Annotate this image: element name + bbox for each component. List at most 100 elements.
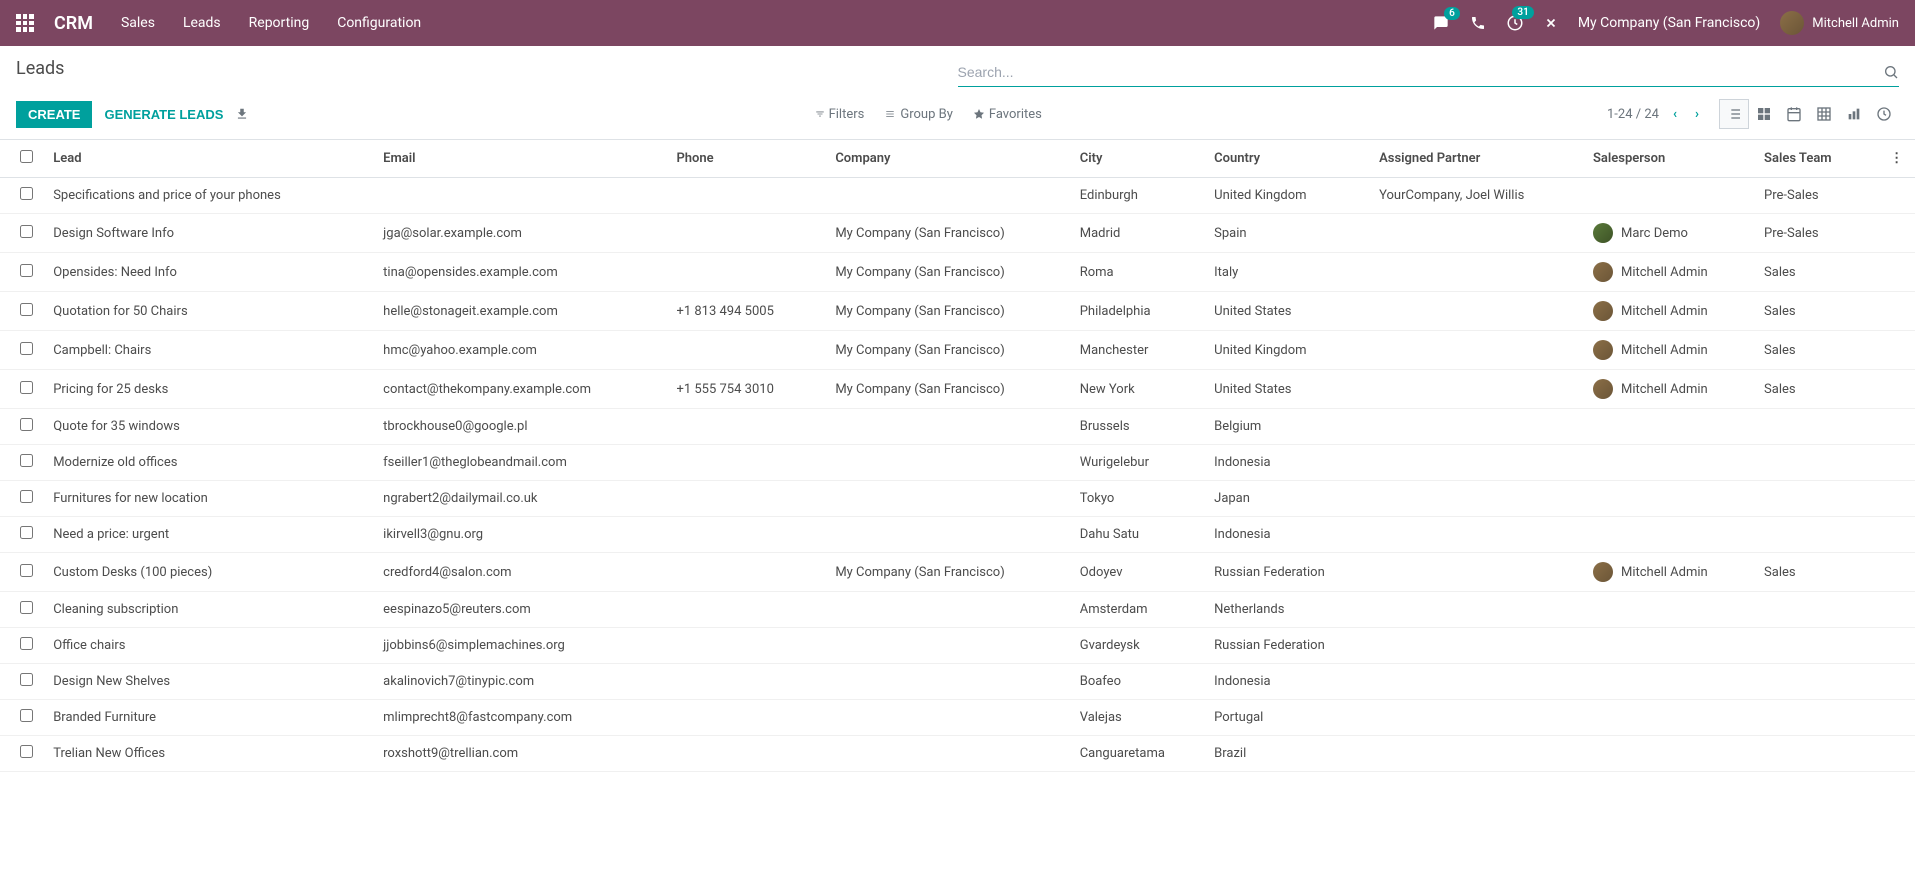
table-row[interactable]: Campbell: Chairshmc@yahoo.example.comMy … xyxy=(0,331,1915,370)
cell-salesperson xyxy=(1585,592,1756,628)
pager-range[interactable]: 1-24 / 24 xyxy=(1607,107,1659,122)
user-menu[interactable]: Mitchell Admin xyxy=(1780,11,1899,35)
table-row[interactable]: Custom Desks (100 pieces)credford4@salon… xyxy=(0,553,1915,592)
activity-view-icon[interactable] xyxy=(1869,99,1899,129)
cell-salesperson: Mitchell Admin xyxy=(1585,253,1756,292)
groupby-button[interactable]: Group By xyxy=(884,107,953,122)
cell-company xyxy=(827,700,1071,736)
salesperson-name: Mitchell Admin xyxy=(1621,304,1708,319)
nav-item-configuration[interactable]: Configuration xyxy=(337,15,421,31)
cell-email: ikirvell3@gnu.org xyxy=(375,517,668,553)
cell-phone xyxy=(668,592,827,628)
cell-lead: Quotation for 50 Chairs xyxy=(45,292,375,331)
table-row[interactable]: Specifications and price of your phonesE… xyxy=(0,178,1915,214)
list-view-icon[interactable] xyxy=(1719,99,1749,129)
table-row[interactable]: Modernize old officesfseiller1@theglobea… xyxy=(0,445,1915,481)
cell-partner xyxy=(1371,628,1585,664)
table-row[interactable]: Cleaning subscriptioneespinazo5@reuters.… xyxy=(0,592,1915,628)
table-row[interactable]: Opensides: Need Infotina@opensides.examp… xyxy=(0,253,1915,292)
company-selector[interactable]: My Company (San Francisco) xyxy=(1578,15,1760,31)
row-checkbox[interactable] xyxy=(20,745,33,758)
col-team[interactable]: Sales Team xyxy=(1756,140,1878,178)
app-brand[interactable]: CRM xyxy=(54,13,93,34)
cell-team: Pre-Sales xyxy=(1756,214,1878,253)
col-email[interactable]: Email xyxy=(375,140,668,178)
table-row[interactable]: Branded Furnituremlimprecht8@fastcompany… xyxy=(0,700,1915,736)
row-checkbox[interactable] xyxy=(20,526,33,539)
column-options-icon[interactable]: ⋮ xyxy=(1878,140,1915,178)
cell-team: Pre-Sales xyxy=(1756,178,1878,214)
row-checkbox[interactable] xyxy=(20,673,33,686)
messages-icon[interactable]: 6 xyxy=(1432,15,1450,31)
row-checkbox[interactable] xyxy=(20,303,33,316)
download-icon[interactable] xyxy=(235,107,249,121)
row-checkbox[interactable] xyxy=(20,601,33,614)
nav-item-sales[interactable]: Sales xyxy=(121,15,155,31)
row-checkbox[interactable] xyxy=(20,709,33,722)
row-checkbox[interactable] xyxy=(20,637,33,650)
create-button[interactable]: CREATE xyxy=(16,101,92,128)
nav-item-reporting[interactable]: Reporting xyxy=(249,15,310,31)
cell-country: Indonesia xyxy=(1206,664,1371,700)
cell-partner: YourCompany, Joel Willis xyxy=(1371,178,1585,214)
table-row[interactable]: Pricing for 25 deskscontact@thekompany.e… xyxy=(0,370,1915,409)
row-checkbox[interactable] xyxy=(20,187,33,200)
kanban-view-icon[interactable] xyxy=(1749,99,1779,129)
search-icon[interactable] xyxy=(1883,64,1899,80)
row-checkbox[interactable] xyxy=(20,381,33,394)
table-row[interactable]: Furnitures for new locationngrabert2@dai… xyxy=(0,481,1915,517)
row-checkbox[interactable] xyxy=(20,342,33,355)
pager-prev-icon[interactable]: ‹ xyxy=(1669,103,1681,126)
cell-city: Edinburgh xyxy=(1072,178,1206,214)
generate-leads-button[interactable]: GENERATE LEADS xyxy=(104,107,223,122)
cell-team: Sales xyxy=(1756,370,1878,409)
cell-partner xyxy=(1371,370,1585,409)
apps-menu-icon[interactable] xyxy=(16,14,34,32)
table-row[interactable]: Trelian New Officesroxshott9@trellian.co… xyxy=(0,736,1915,772)
col-partner[interactable]: Assigned Partner xyxy=(1371,140,1585,178)
col-city[interactable]: City xyxy=(1072,140,1206,178)
table-row[interactable]: Quote for 35 windowstbrockhouse0@google.… xyxy=(0,409,1915,445)
close-icon[interactable] xyxy=(1544,16,1558,30)
row-checkbox[interactable] xyxy=(20,418,33,431)
search-input[interactable] xyxy=(958,60,1884,84)
cell-team: Sales xyxy=(1756,553,1878,592)
table-row[interactable]: Need a price: urgentikirvell3@gnu.orgDah… xyxy=(0,517,1915,553)
phone-icon[interactable] xyxy=(1470,15,1486,31)
col-country[interactable]: Country xyxy=(1206,140,1371,178)
col-company[interactable]: Company xyxy=(827,140,1071,178)
cell-team xyxy=(1756,517,1878,553)
cell-company xyxy=(827,736,1071,772)
col-salesperson[interactable]: Salesperson xyxy=(1585,140,1756,178)
table-row[interactable]: Office chairsjjobbins6@simplemachines.or… xyxy=(0,628,1915,664)
row-checkbox[interactable] xyxy=(20,264,33,277)
cell-city: Brussels xyxy=(1072,409,1206,445)
cell-phone xyxy=(668,481,827,517)
nav-item-leads[interactable]: Leads xyxy=(183,15,221,31)
graph-view-icon[interactable] xyxy=(1839,99,1869,129)
row-checkbox[interactable] xyxy=(20,564,33,577)
col-lead[interactable]: Lead xyxy=(45,140,375,178)
cell-country: Portugal xyxy=(1206,700,1371,736)
salesperson-name: Mitchell Admin xyxy=(1621,382,1708,397)
cell-lead: Trelian New Offices xyxy=(45,736,375,772)
cell-salesperson xyxy=(1585,664,1756,700)
col-phone[interactable]: Phone xyxy=(668,140,827,178)
topbar-left: CRM Sales Leads Reporting Configuration xyxy=(16,13,421,34)
row-checkbox[interactable] xyxy=(20,225,33,238)
table-row[interactable]: Design New Shelvesakalinovich7@tinypic.c… xyxy=(0,664,1915,700)
cell-salesperson: Marc Demo xyxy=(1585,214,1756,253)
pager-next-icon[interactable]: › xyxy=(1691,103,1703,126)
activities-icon[interactable]: 31 xyxy=(1506,14,1524,32)
table-row[interactable]: Quotation for 50 Chairshelle@stonageit.e… xyxy=(0,292,1915,331)
table-row[interactable]: Design Software Infojga@solar.example.co… xyxy=(0,214,1915,253)
row-checkbox[interactable] xyxy=(20,490,33,503)
filters-button[interactable]: Filters xyxy=(815,107,865,122)
search-bar[interactable] xyxy=(958,58,1900,87)
pivot-view-icon[interactable] xyxy=(1809,99,1839,129)
favorites-button[interactable]: Favorites xyxy=(973,107,1042,122)
cell-partner xyxy=(1371,292,1585,331)
row-checkbox[interactable] xyxy=(20,454,33,467)
select-all-checkbox[interactable] xyxy=(20,150,33,163)
calendar-view-icon[interactable] xyxy=(1779,99,1809,129)
